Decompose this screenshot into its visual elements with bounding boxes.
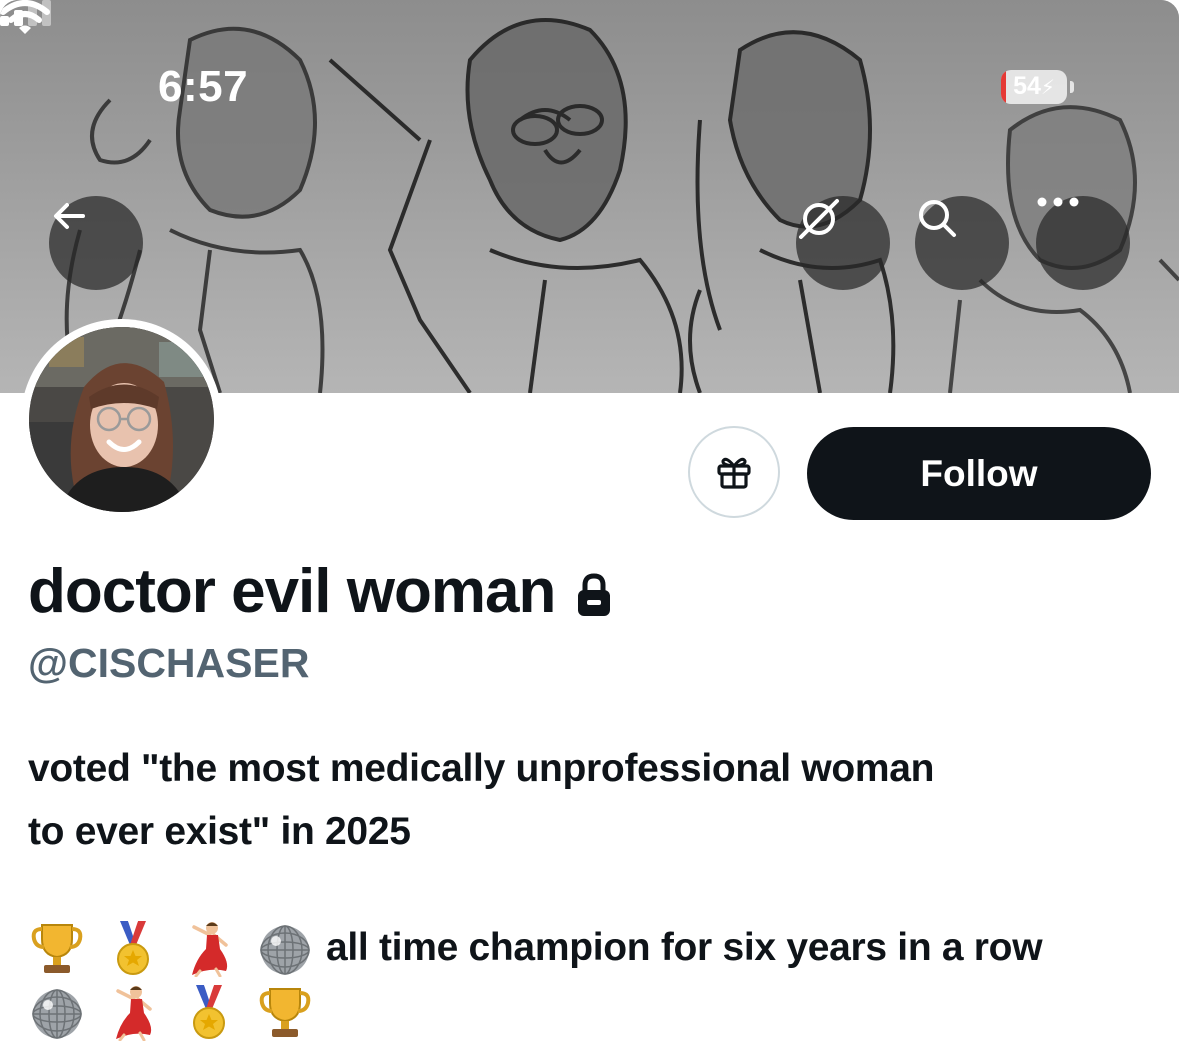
lock-icon: [578, 572, 611, 616]
disco-ball-emoji: [260, 925, 310, 975]
search-button[interactable]: [915, 196, 1009, 290]
battery-value: 54: [1013, 72, 1041, 100]
bio-line-2: to ever exist" in 2025: [28, 810, 411, 853]
avatar-image: [29, 327, 214, 512]
avatar-photo: [29, 327, 214, 512]
trophy-emoji: [259, 988, 311, 1037]
profile-avatar[interactable]: [21, 319, 222, 520]
search-icon: [919, 200, 956, 237]
battery-nub: [1070, 81, 1074, 93]
trophy-emoji: [31, 924, 83, 973]
more-button[interactable]: [1036, 196, 1130, 290]
grok-icon: [799, 199, 839, 239]
profile-handle: @CISCHASER: [28, 640, 310, 686]
gift-icon: [717, 457, 751, 489]
follow-button[interactable]: Follow: [807, 427, 1151, 520]
battery-indicator: 54⚡: [1001, 70, 1067, 104]
charging-bolt-icon: ⚡: [1040, 77, 1055, 99]
medal-emoji: [117, 921, 149, 975]
status-time: 6:57: [158, 62, 249, 111]
bio-emoji-row-1: all time champion for six years in a row: [28, 918, 1043, 978]
gift-button[interactable]: [688, 426, 780, 518]
grok-button[interactable]: [796, 196, 890, 290]
display-name-text: doctor evil woman: [28, 557, 556, 626]
back-button[interactable]: [49, 196, 143, 290]
banner-sketch-image: [0, 0, 1179, 393]
bio-champion-text: all time champion for six years in a row: [326, 926, 1043, 969]
dancer-emoji: [116, 986, 152, 1041]
dancer-emoji: [192, 922, 228, 977]
bio-line-1: voted "the most medically unprofessional…: [28, 747, 935, 790]
arrow-left-icon: [54, 203, 85, 229]
profile-bio: voted "the most medically unprofessional…: [28, 737, 1148, 863]
bio-emoji-row-2: [28, 982, 332, 1042]
disco-ball-emoji: [32, 989, 82, 1039]
medal-emoji: [193, 985, 225, 1039]
profile-display-name: doctor evil woman: [28, 556, 613, 627]
battery-percentage: 54⚡: [1001, 72, 1067, 101]
profile-banner[interactable]: 6:57 54⚡: [0, 0, 1179, 393]
wifi-icon: [0, 0, 50, 34]
more-horizontal-icon: [1037, 197, 1079, 207]
